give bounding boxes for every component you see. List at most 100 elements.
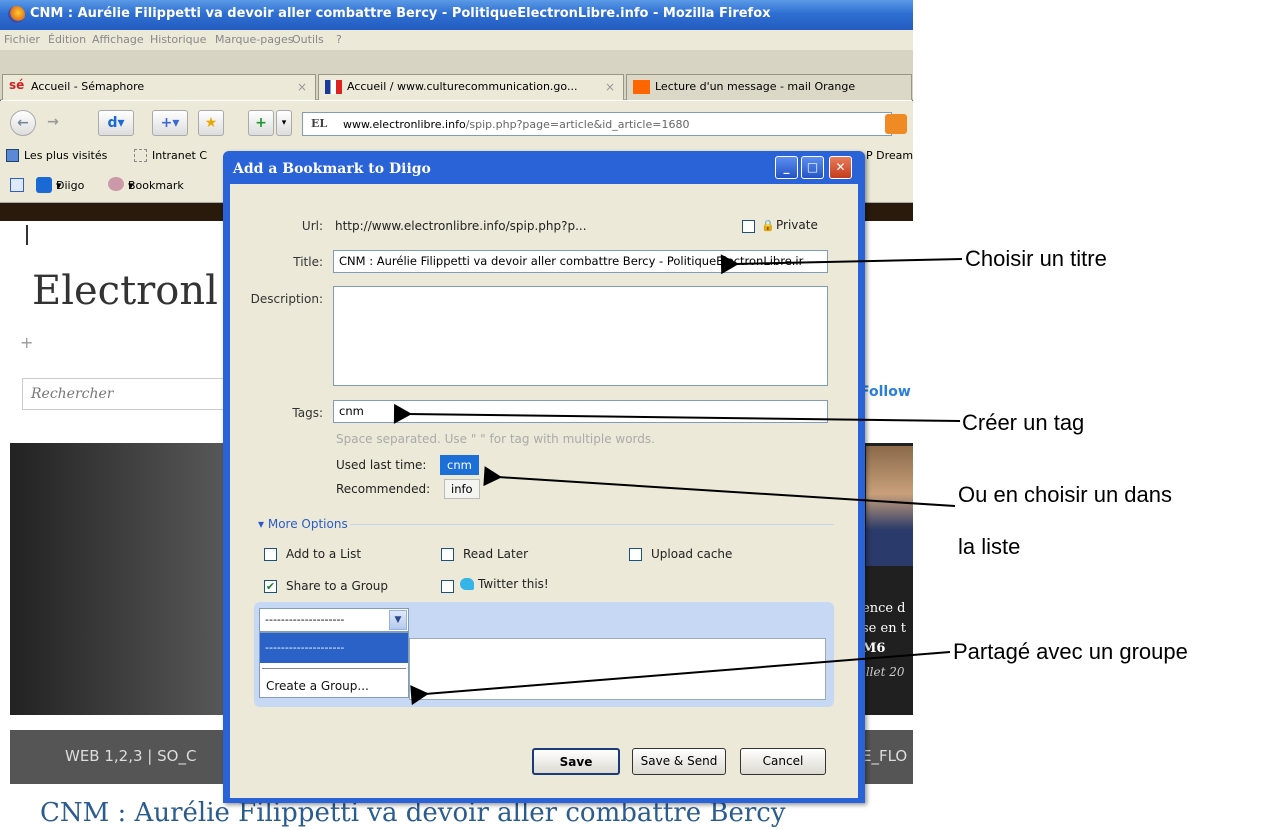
tab-label: Accueil / www.culturecommunication.go... xyxy=(347,80,578,93)
url-path: /spip.php?page=article&id_article=1680 xyxy=(465,118,690,131)
menu-edition[interactable]: Édition xyxy=(48,33,86,46)
used-last-tag[interactable]: cnm xyxy=(440,455,479,475)
share-group-label: Share to a Group xyxy=(286,579,389,593)
caption-line: illet 20 xyxy=(862,665,905,679)
bookmark-diigo[interactable]: Diigo ▾ xyxy=(56,179,84,192)
text-cursor xyxy=(26,225,28,245)
create-group-option[interactable]: Create a Group... xyxy=(266,679,369,693)
follow-button[interactable]: Follow xyxy=(860,384,911,400)
plus-green-icon[interactable]: + xyxy=(248,110,274,136)
caption-line: ence d xyxy=(862,601,906,616)
site-favicon: EL xyxy=(311,117,328,130)
add-list-checkbox[interactable] xyxy=(264,548,277,561)
menu-historique[interactable]: Historique xyxy=(150,33,206,46)
star-icon[interactable]: ★ xyxy=(198,110,224,136)
tab-semaphore[interactable]: sé Accueil - Sémaphore × xyxy=(2,74,316,100)
diigo-label: Diigo xyxy=(56,179,85,192)
menu-outils[interactable]: Outils xyxy=(292,33,324,46)
plus-icon[interactable]: + xyxy=(20,333,33,352)
caption-line: se en t xyxy=(862,621,906,636)
annotation-tag: Créer un tag xyxy=(962,410,1085,435)
save-button[interactable]: Save xyxy=(532,748,620,775)
rss-icon[interactable] xyxy=(885,114,907,134)
orange-icon xyxy=(633,80,650,94)
description-input[interactable] xyxy=(333,286,828,386)
private-label: Private xyxy=(776,218,818,232)
site-nav-right[interactable]: E_FLO xyxy=(862,747,907,765)
caption-line: M6 xyxy=(862,641,886,656)
private-checkbox[interactable] xyxy=(742,220,755,233)
person-photo xyxy=(866,446,913,566)
upload-cache-label: Upload cache xyxy=(651,547,733,561)
window-title: CNM : Aurélie Filippetti va devoir aller… xyxy=(0,0,913,30)
tab-orange-mail[interactable]: Lecture d'un message - mail Orange xyxy=(626,74,912,100)
url-label: Url: xyxy=(301,219,323,233)
dropdown-icon[interactable]: ▾ xyxy=(276,110,292,136)
close-icon[interactable]: ✕ xyxy=(829,156,852,179)
close-icon[interactable]: × xyxy=(605,80,615,94)
add-icon[interactable]: +▾ xyxy=(152,110,188,136)
search-icon xyxy=(6,149,19,162)
cancel-button[interactable]: Cancel xyxy=(740,748,826,775)
close-icon[interactable]: × xyxy=(297,80,307,94)
save-send-button[interactable]: Save & Send xyxy=(632,748,726,775)
read-later-label: Read Later xyxy=(463,547,529,561)
recommended-tag[interactable]: info xyxy=(444,479,480,499)
description-label: Description: xyxy=(250,292,323,306)
more-options-toggle[interactable]: ▾ More Options xyxy=(258,517,348,531)
dropdown-divider xyxy=(262,668,406,669)
flag-icon xyxy=(325,80,342,94)
forward-icon[interactable]: → xyxy=(40,110,66,136)
twitter-label: Twitter this! xyxy=(478,577,549,591)
recommended-label: Recommended: xyxy=(336,482,431,496)
group-option-blank[interactable]: -------------------- xyxy=(260,633,408,663)
menu-affichage[interactable]: Affichage xyxy=(92,33,144,46)
group-select[interactable]: -------------------- xyxy=(259,608,409,632)
site-search-input[interactable]: Rechercher xyxy=(22,378,236,410)
menu-marque-pages[interactable]: Marque-pages xyxy=(215,33,293,46)
tab-culture[interactable]: Accueil / www.culturecommunication.go...… xyxy=(318,74,624,100)
annotation-share: Partagé avec un groupe xyxy=(953,639,1188,664)
site-title[interactable]: Electronl xyxy=(32,268,218,314)
bookmark-icon xyxy=(108,177,124,191)
bookmark-dream[interactable]: P Dream xyxy=(866,149,913,162)
bookmark-menu[interactable]: Bookmark ▾ xyxy=(128,179,184,192)
upload-cache-checkbox[interactable] xyxy=(629,548,642,561)
tags-label: Tags: xyxy=(292,406,323,420)
share-group-checkbox[interactable]: ✔ xyxy=(264,580,277,593)
bookmark-label: Bookmark xyxy=(128,179,184,192)
diigo-toolbar-icon[interactable]: d▾ xyxy=(98,110,134,136)
bookmark-most-visited[interactable]: Les plus visités xyxy=(24,149,107,162)
menu-bar: Fichier Édition Affichage Historique Mar… xyxy=(0,30,913,50)
folder-icon xyxy=(134,149,147,162)
url-bar[interactable]: EL www.electronlibre.info/spip.php?page=… xyxy=(302,112,892,136)
twitter-checkbox[interactable] xyxy=(441,580,454,593)
minimize-icon[interactable]: _ xyxy=(775,156,798,179)
group-list[interactable] xyxy=(409,638,826,700)
tags-hint: Space separated. Use " " for tag with mu… xyxy=(336,432,655,446)
menu-help[interactable]: ? xyxy=(336,33,342,46)
semaphore-icon: sé xyxy=(9,78,25,92)
tags-input[interactable]: cnm xyxy=(333,400,828,423)
menu-fichier[interactable]: Fichier xyxy=(4,33,40,46)
more-options-label: More Options xyxy=(267,517,348,531)
chevron-down-icon[interactable]: ▼ xyxy=(389,610,407,630)
back-icon[interactable]: ← xyxy=(10,110,36,136)
twitter-icon xyxy=(460,578,474,590)
used-last-label: Used last time: xyxy=(336,458,427,472)
read-later-checkbox[interactable] xyxy=(441,548,454,561)
firefox-icon xyxy=(8,6,25,23)
title-input[interactable]: CNM : Aurélie Filippetti va devoir aller… xyxy=(333,250,828,273)
tab-label: Lecture d'un message - mail Orange xyxy=(655,80,856,93)
annotation-choose-1: Ou en choisir un dans xyxy=(958,482,1173,507)
diigo-icon xyxy=(36,177,52,193)
lock-icon: 🔒 xyxy=(761,219,775,232)
dialog-title: Add a Bookmark to Diigo xyxy=(233,161,431,177)
options-separator xyxy=(350,524,834,525)
annotation-choose-2: la liste xyxy=(958,534,1021,559)
maximize-icon[interactable]: □ xyxy=(801,156,824,179)
tab-label: Accueil - Sémaphore xyxy=(31,80,145,93)
url-domain: www.electronlibre.info xyxy=(343,118,466,131)
bookmark-intranet[interactable]: Intranet C xyxy=(152,149,207,162)
sidebar-icon[interactable] xyxy=(10,178,24,192)
